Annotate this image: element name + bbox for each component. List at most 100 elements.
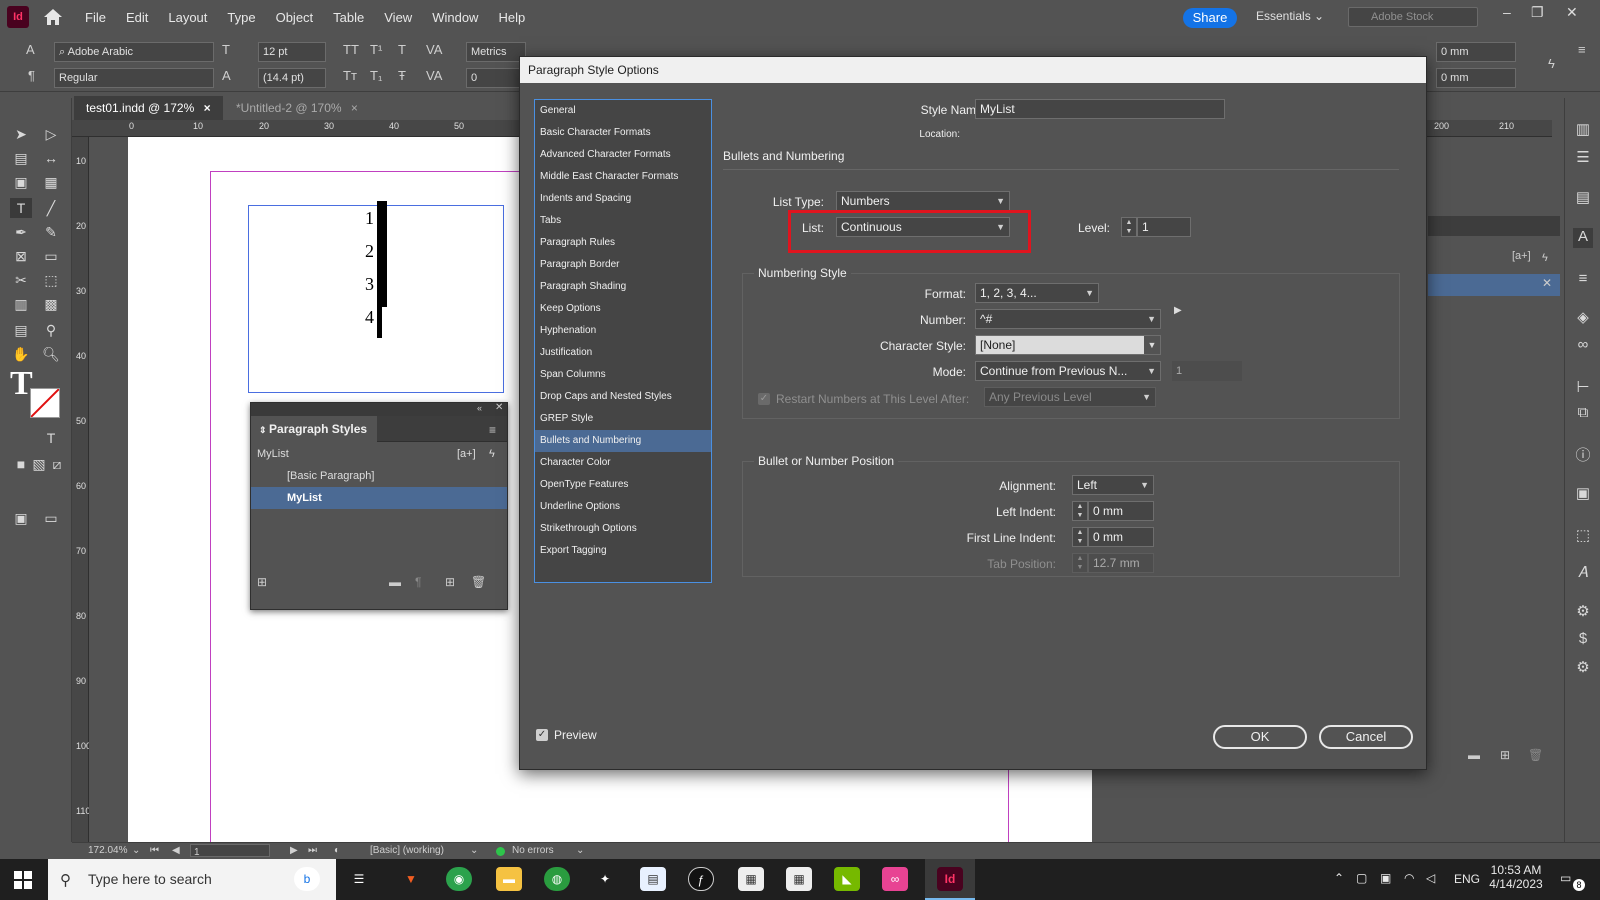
category-item[interactable]: OpenType Features (535, 474, 711, 496)
paragraph-mode-icon[interactable]: ¶ (28, 68, 35, 83)
align-icon[interactable]: ⊢ (1573, 378, 1593, 398)
subscript-icon[interactable]: T₁ (370, 68, 382, 83)
taskbar-search[interactable]: Type here to search (48, 859, 336, 900)
category-item[interactable]: Underline Options (535, 496, 711, 518)
category-item[interactable]: Character Color (535, 452, 711, 474)
category-item[interactable]: General (535, 100, 711, 122)
text-frame[interactable]: 1 2 3 4 (248, 201, 504, 393)
paragraph-styles-tab[interactable]: ⇕ Paragraph Styles (251, 416, 378, 442)
type-tool-icon[interactable]: T (10, 198, 32, 218)
font-style-field[interactable]: Regular (54, 68, 214, 88)
first-page-icon[interactable]: ⏮ (150, 845, 159, 856)
chevron-down-icon[interactable]: ⌄ (576, 845, 584, 856)
tab-test01[interactable]: test01.indd @ 172% × (74, 96, 223, 120)
folder-icon[interactable]: ▬ (389, 575, 401, 589)
style-override-icon[interactable]: ⊞ (257, 575, 267, 589)
collapse-icon[interactable]: « (477, 403, 482, 413)
scissors-tool-icon[interactable]: ✂ (10, 270, 32, 290)
home-icon[interactable] (43, 8, 63, 26)
links-icon[interactable]: ∞ (1573, 336, 1593, 356)
category-item[interactable]: Paragraph Rules (535, 232, 711, 254)
wifi-icon[interactable]: ◠ (1404, 871, 1414, 885)
scripts-icon[interactable]: $ (1573, 630, 1593, 650)
first-line-indent-stepper[interactable]: ▲ ▼ (1072, 527, 1088, 547)
strikethrough-icon[interactable]: Ŧ (398, 68, 406, 83)
tab-untitled-2[interactable]: *Untitled-2 @ 170% × (224, 96, 370, 120)
menu-window[interactable]: Window (422, 10, 488, 25)
character-styles-icon[interactable]: 𝐴 (1573, 564, 1593, 584)
panel-menu-icon[interactable]: ≡ (489, 423, 496, 437)
category-item[interactable]: Tabs (535, 210, 711, 232)
paragraph-icon[interactable]: ≡ (1573, 270, 1593, 290)
note-tool-icon[interactable]: ▤ (10, 320, 32, 340)
category-item[interactable]: Drop Caps and Nested Styles (535, 386, 711, 408)
close-icon[interactable]: × (204, 101, 211, 115)
list-type-select[interactable]: Numbers ▼ (836, 191, 1010, 211)
file-explorer-icon[interactable]: ▬ (496, 867, 522, 891)
free-transform-tool-icon[interactable]: ⬚ (40, 270, 62, 290)
zoom-tool-icon[interactable]: 🔍︎ (40, 344, 62, 364)
close-icon[interactable]: × (351, 101, 358, 115)
rectangle-frame-tool-icon[interactable]: ⊠ (10, 246, 32, 266)
number-combo[interactable]: ^# ▼ (975, 309, 1161, 329)
volume-icon[interactable]: ◁ (1426, 871, 1435, 885)
kerning-field[interactable]: Metrics (466, 42, 526, 62)
adobe-stock-search[interactable]: Adobe Stock (1348, 7, 1478, 27)
zoom-level[interactable]: 172.04% (88, 845, 127, 856)
list-select[interactable]: Continuous ▼ (836, 217, 1010, 237)
superscript-icon[interactable]: T¹ (370, 42, 382, 57)
next-page-icon[interactable]: ▶ (290, 845, 298, 856)
share-button[interactable]: Share (1183, 8, 1237, 28)
category-item[interactable]: Export Tagging (535, 540, 711, 562)
app-icon-table-1[interactable]: ▦ (738, 867, 764, 891)
cancel-button[interactable]: Cancel (1319, 725, 1413, 749)
app-icon-table-2[interactable]: ▦ (786, 867, 812, 891)
panel-titlebar[interactable]: « ✕ (251, 402, 507, 416)
display-icon[interactable]: ▣ (1380, 871, 1391, 885)
page-number-field[interactable]: 1 (190, 844, 270, 858)
restart-numbers-checkbox[interactable]: ✓ (758, 393, 770, 405)
style-name-input[interactable]: MyList (975, 99, 1225, 119)
close-icon[interactable]: ✕ (495, 402, 503, 413)
pages-icon[interactable]: ▥ (1573, 120, 1593, 140)
preflight-errors[interactable]: No errors (512, 845, 554, 856)
view-mode-icon[interactable]: ▭ (40, 508, 62, 528)
brave-browser-icon[interactable]: ▼ (398, 867, 424, 891)
category-item[interactable]: Bullets and Numbering (535, 430, 711, 452)
style-item-basic-paragraph[interactable]: [Basic Paragraph] (251, 465, 507, 487)
screen-mode-icon[interactable]: ▣ (10, 508, 32, 528)
font-family-field[interactable]: ⌕ Adobe Arabic (54, 42, 214, 62)
gradient-feather-tool-icon[interactable]: ▩ (40, 294, 62, 314)
minimize-icon[interactable]: – (1503, 4, 1511, 20)
category-item[interactable]: Paragraph Border (535, 254, 711, 276)
last-page-icon[interactable]: ⏭ (308, 845, 317, 856)
windows-start-icon[interactable] (14, 871, 32, 889)
gradient-swatch-tool-icon[interactable]: ▥ (10, 294, 32, 314)
trash-icon[interactable]: 🗑︎ (1528, 748, 1543, 762)
content-collector-icon[interactable]: ▣ (10, 172, 32, 192)
taskbar-indesign-active[interactable]: Id (925, 859, 975, 900)
level-stepper[interactable]: ▲ ▼ (1121, 217, 1137, 237)
app-icon-dark[interactable]: ✦ (592, 867, 618, 891)
menu-type[interactable]: Type (217, 10, 265, 25)
level-input[interactable]: 1 (1137, 217, 1191, 237)
mode-select[interactable]: Continue from Previous N... ▼ (975, 361, 1161, 381)
left-indent-input[interactable]: 0 mm (1088, 501, 1154, 521)
category-item[interactable]: GREP Style (535, 408, 711, 430)
character-style-select[interactable]: [None] ▼ (975, 335, 1161, 355)
menu-file[interactable]: File (75, 10, 116, 25)
category-item[interactable]: Paragraph Shading (535, 276, 711, 298)
pen-tool-icon[interactable]: ✒ (10, 222, 32, 242)
panel-selected-row[interactable] (1428, 274, 1560, 296)
category-item[interactable]: Keep Options (535, 298, 711, 320)
gap-tool-icon[interactable]: ↔ (40, 148, 62, 168)
cc-libraries-icon[interactable]: ▤ (1573, 188, 1593, 208)
space-before-field[interactable]: 0 mm (1436, 68, 1516, 88)
clear-icon[interactable]: ✕ (1542, 276, 1552, 290)
tray-overflow-icon[interactable]: ⌃ (1334, 871, 1344, 885)
category-item[interactable]: Justification (535, 342, 711, 364)
text-formatting-icon[interactable]: T (40, 428, 62, 448)
character-mode-icon[interactable]: A (26, 42, 35, 57)
meet-now-icon[interactable]: ▢ (1356, 871, 1367, 885)
category-item[interactable]: Middle East Character Formats (535, 166, 711, 188)
